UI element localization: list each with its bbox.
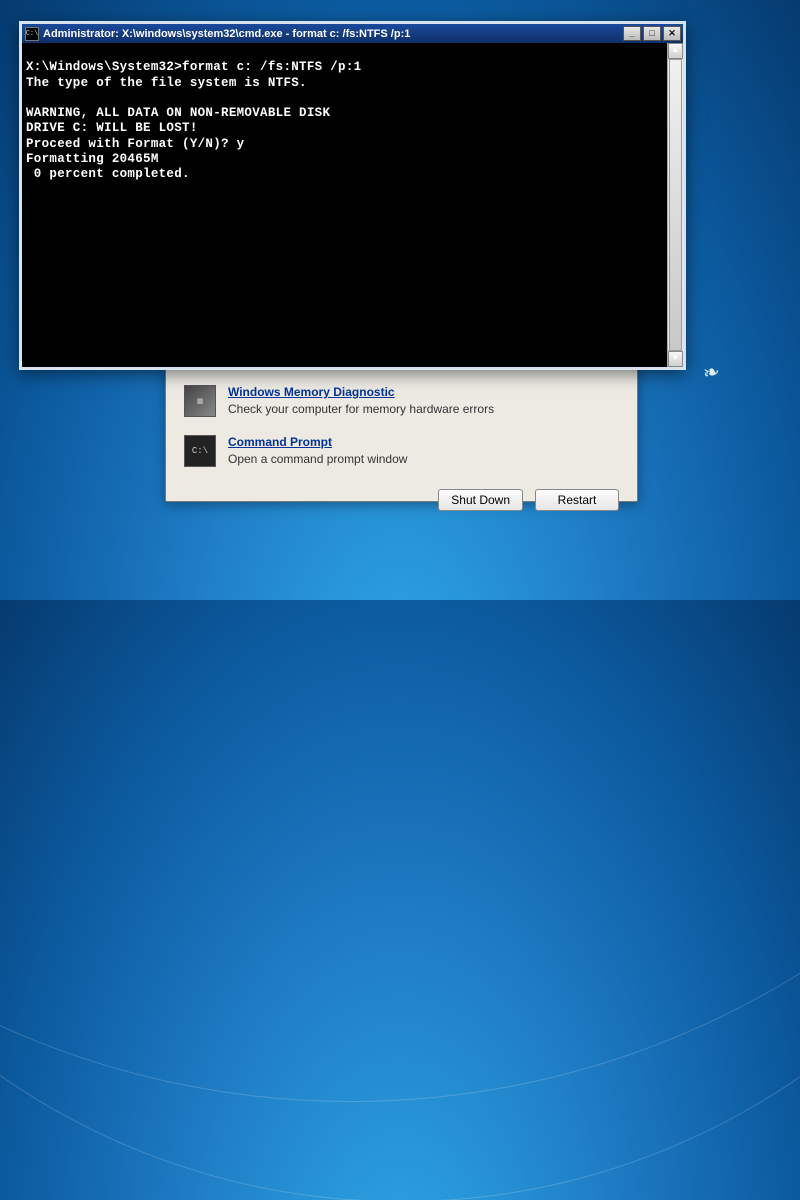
cmd-window-title: Administrator: X:\windows\system32\cmd.e… (43, 28, 619, 40)
cmd-title-bar[interactable]: C:\ Administrator: X:\windows\system32\c… (22, 24, 683, 43)
scroll-thumb[interactable] (669, 59, 682, 351)
cmd-line: Proceed with Format (Y/N)? y (26, 137, 244, 151)
command-prompt-link[interactable]: Command Prompt (228, 435, 407, 449)
command-prompt-desc: Open a command prompt window (228, 452, 407, 466)
desktop-leaf-decoration: ❧ (701, 359, 723, 387)
panel-button-row: Shut Down Restart (184, 481, 619, 511)
close-button[interactable]: ✕ (663, 26, 681, 41)
scroll-down-button[interactable]: ▼ (668, 351, 683, 367)
cmd-line: 0 percent completed. (26, 167, 190, 181)
cmd-line: The type of the file system is NTFS. (26, 76, 307, 90)
cmd-line: WARNING, ALL DATA ON NON-REMOVABLE DISK (26, 106, 330, 120)
minimize-button[interactable]: _ (623, 26, 641, 41)
restart-button[interactable]: Restart (535, 489, 619, 511)
cmd-output-area[interactable]: X:\Windows\System32>format c: /fs:NTFS /… (22, 43, 683, 367)
cmd-scrollbar[interactable]: ▲ ▼ (667, 43, 683, 367)
memory-diagnostic-icon: ▦ (184, 385, 216, 417)
cmd-line: Formatting 20465M (26, 152, 159, 166)
tool-item-command-prompt: C:\ Command Prompt Open a command prompt… (184, 431, 619, 481)
memory-diagnostic-desc: Check your computer for memory hardware … (228, 402, 494, 416)
cmd-line: X:\Windows\System32>format c: /fs:NTFS /… (26, 60, 361, 74)
cmd-app-icon: C:\ (25, 27, 39, 41)
command-prompt-icon: C:\ (184, 435, 216, 467)
cmd-line: DRIVE C: WILL BE LOST! (26, 121, 198, 135)
scroll-up-button[interactable]: ▲ (668, 43, 683, 59)
memory-diagnostic-link[interactable]: Windows Memory Diagnostic (228, 385, 494, 399)
cmd-window: C:\ Administrator: X:\windows\system32\c… (19, 21, 686, 370)
shutdown-button[interactable]: Shut Down (438, 489, 523, 511)
tool-item-memory-diagnostic: ▦ Windows Memory Diagnostic Check your c… (184, 381, 619, 431)
scroll-track[interactable] (668, 59, 683, 351)
maximize-button[interactable]: □ (643, 26, 661, 41)
